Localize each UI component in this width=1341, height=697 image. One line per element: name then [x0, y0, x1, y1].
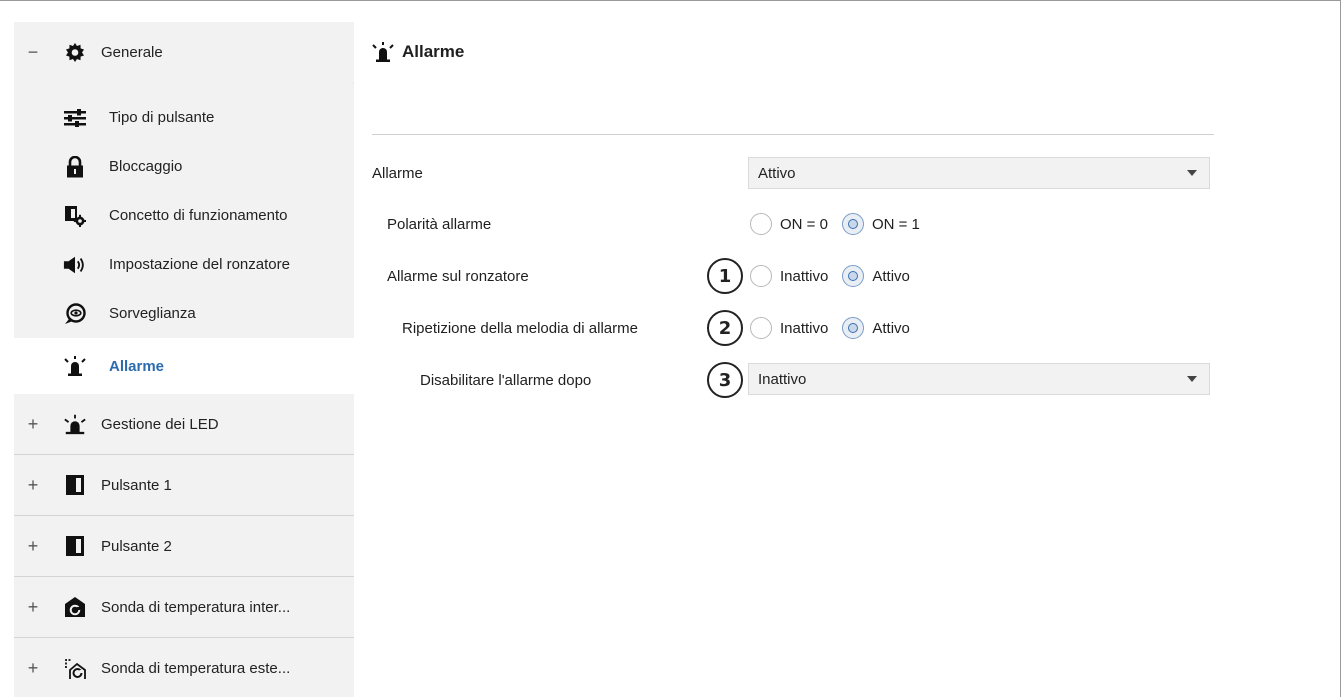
sidebar-group-pulsante-1[interactable]: + Pulsante 1	[14, 455, 354, 516]
expand-toggle[interactable]: +	[26, 414, 40, 435]
sidebar-group-label: Sonda di temperatura inter...	[101, 598, 291, 616]
param-label-ronzatore: Allarme sul ronzatore	[387, 268, 529, 285]
sidebar-item-tipo-di-pulsante[interactable]: Tipo di pulsante	[14, 93, 354, 142]
sidebar-group-sonda-esterna[interactable]: + Sonda di temperatura este...	[14, 638, 354, 697]
alarm-light-icon	[372, 42, 394, 62]
polarita-radio-group: ON = 0 ON = 1	[750, 211, 934, 237]
allarme-dropdown[interactable]: Attivo	[748, 157, 1210, 189]
divider	[372, 134, 1214, 135]
sidebar-item-impostazione-del-ronzatore[interactable]: Impostazione del ronzatore	[14, 240, 354, 289]
radio-circle[interactable]	[750, 213, 772, 235]
callout-marker: 2	[707, 310, 743, 346]
disabilitare-dropdown[interactable]: Inattivo	[748, 363, 1210, 395]
sidebar-item-allarme[interactable]: Allarme	[14, 338, 354, 394]
radio-circle-selected[interactable]	[842, 265, 865, 287]
radio-label: Inattivo	[780, 267, 829, 285]
sidebar-group-sonda-interna[interactable]: + Sonda di temperatura inter...	[14, 577, 354, 638]
sidebar-item-bloccaggio[interactable]: Bloccaggio	[14, 142, 354, 191]
sidebar-group-label: Generale	[101, 44, 163, 61]
external-temp-sensor-icon	[63, 657, 87, 681]
sidebar-group-label: Pulsante 2	[101, 537, 172, 555]
internal-temp-sensor-icon	[63, 595, 87, 619]
expand-toggle[interactable]: +	[26, 536, 40, 557]
sidebar-item-label: Sorveglianza	[109, 305, 196, 322]
callout-marker: 1	[707, 258, 743, 294]
radio-circle-selected[interactable]	[841, 213, 864, 235]
radio-label: Attivo	[872, 319, 910, 337]
radio-inattivo[interactable]: Inattivo	[750, 265, 828, 287]
radio-circle-selected[interactable]	[842, 317, 865, 339]
radio-on-0[interactable]: ON = 0	[750, 213, 828, 235]
callout-marker: 3	[707, 362, 743, 398]
sidebar-item-label: Concetto di funzionamento	[109, 207, 288, 224]
radio-label: Attivo	[872, 267, 910, 285]
radio-label: ON = 1	[871, 215, 920, 233]
dropdown-value: Attivo	[758, 164, 796, 182]
radio-attivo[interactable]: Attivo	[842, 265, 910, 287]
radio-attivo[interactable]: Attivo	[842, 317, 910, 339]
ripetizione-radio-group: Inattivo Attivo	[750, 315, 924, 341]
radio-label: Inattivo	[780, 319, 829, 337]
main-panel: Allarme Allarme Attivo Polarità allarme …	[354, 22, 1340, 697]
radio-circle[interactable]	[750, 265, 772, 287]
sidebar: − Generale Tipo di pulsante Bloccaggio C…	[14, 22, 354, 697]
expand-toggle[interactable]: +	[26, 597, 40, 618]
sidebar-group-pulsante-2[interactable]: + Pulsante 2	[14, 516, 354, 577]
button-icon	[63, 473, 87, 497]
sidebar-item-label: Allarme	[109, 357, 165, 375]
page-title: Allarme	[402, 42, 465, 61]
param-label-allarme: Allarme	[372, 165, 423, 182]
collapse-toggle[interactable]: −	[26, 42, 40, 63]
sidebar-group-gestione-dei-led[interactable]: + Gestione dei LED	[14, 394, 354, 455]
sidebar-item-concetto-di-funzionamento[interactable]: Concetto di funzionamento	[14, 191, 354, 240]
speaker-icon	[63, 253, 87, 277]
sidebar-group-label: Pulsante 1	[101, 476, 172, 494]
radio-inattivo[interactable]: Inattivo	[750, 317, 828, 339]
param-label-disabilitare: Disabilitare l'allarme dopo	[420, 372, 592, 389]
sliders-icon	[63, 106, 87, 130]
chevron-down-icon	[1187, 170, 1197, 176]
dropdown-value: Inattivo	[758, 370, 807, 388]
sidebar-item-sorveglianza[interactable]: Sorveglianza	[14, 289, 354, 338]
radio-circle[interactable]	[750, 317, 772, 339]
expand-toggle[interactable]: +	[26, 658, 40, 679]
alarm-light-icon	[63, 354, 87, 378]
sidebar-subgroup: Tipo di pulsante Bloccaggio Concetto di …	[14, 84, 354, 394]
sidebar-item-label: Impostazione del ronzatore	[109, 256, 290, 273]
param-label-ripetizione: Ripetizione della melodia di allarme	[402, 320, 638, 337]
sidebar-group-generale[interactable]: − Generale	[14, 22, 354, 83]
ronzatore-radio-group: Inattivo Attivo	[750, 263, 924, 289]
radio-label: ON = 0	[780, 215, 828, 233]
led-icon	[63, 412, 87, 436]
lock-icon	[63, 155, 87, 179]
param-label-polarita: Polarità allarme	[387, 216, 492, 233]
chevron-down-icon	[1187, 376, 1197, 382]
chat-eye-icon	[63, 302, 87, 326]
button-icon	[63, 534, 87, 558]
sidebar-group-label: Gestione dei LED	[101, 415, 219, 433]
sidebar-item-label: Tipo di pulsante	[109, 109, 215, 126]
sidebar-item-label: Bloccaggio	[109, 158, 183, 175]
expand-toggle[interactable]: +	[26, 475, 40, 496]
sidebar-group-label: Sonda di temperatura este...	[101, 660, 291, 677]
gear-icon	[63, 41, 87, 65]
settings-concept-icon	[63, 204, 87, 228]
radio-on-1[interactable]: ON = 1	[841, 213, 920, 235]
page-header: Allarme	[372, 42, 464, 62]
